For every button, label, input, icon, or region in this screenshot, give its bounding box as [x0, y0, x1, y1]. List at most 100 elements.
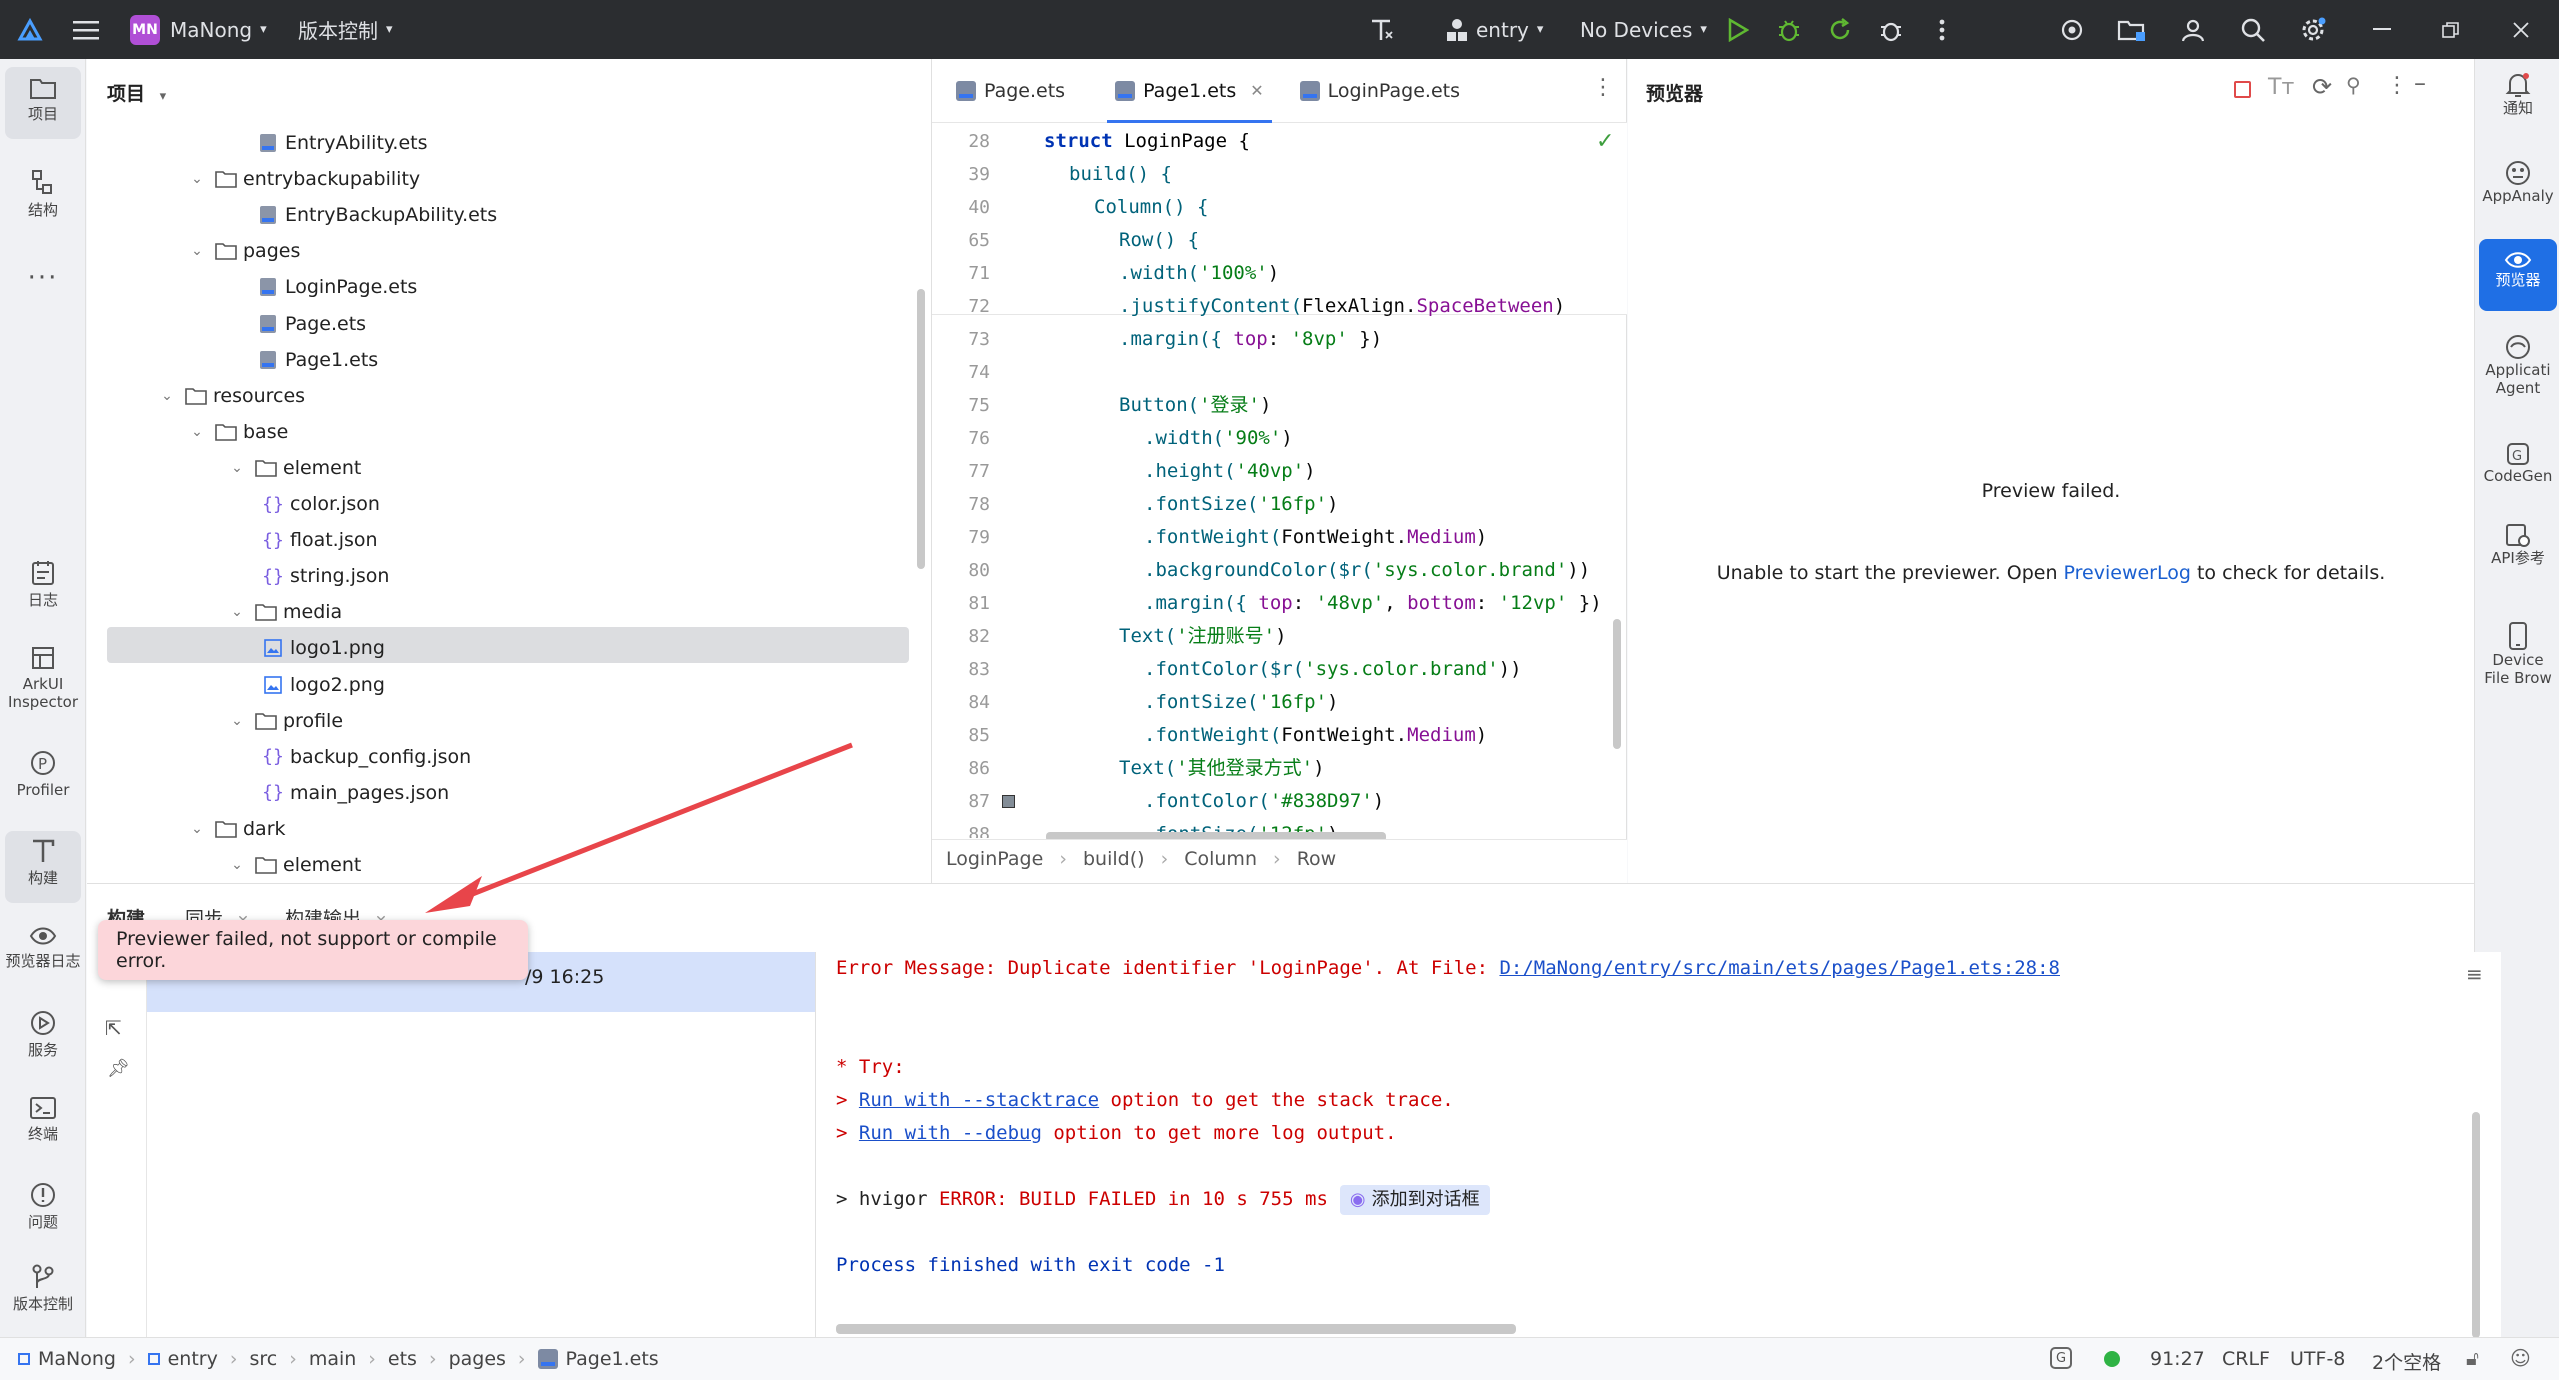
device-manager-icon[interactable]: [2056, 14, 2088, 46]
code-line[interactable]: 87 .fontColor('#838D97'): [932, 785, 1627, 818]
tool-problems[interactable]: 问题: [5, 1181, 81, 1253]
text-size-icon[interactable]: Tт: [2268, 75, 2294, 100]
tool-profiler[interactable]: P Profiler: [5, 749, 81, 821]
breadcrumb-item[interactable]: Page1.ets: [566, 1348, 659, 1370]
breadcrumb-item[interactable]: pages: [449, 1348, 506, 1370]
search-icon[interactable]: [2237, 14, 2269, 46]
code-line[interactable]: 72 .justifyContent(FlexAlign.SpaceBetween…: [932, 290, 1627, 323]
tool-codegenie[interactable]: G CodeGen: [2479, 441, 2557, 509]
tree-item-folder[interactable]: ⌄ media: [227, 594, 342, 630]
tree-item-json[interactable]: {} string.json: [262, 558, 389, 594]
add-to-chat-button[interactable]: ◉ 添加到对话框: [1339, 1184, 1490, 1215]
minimize-icon[interactable]: [2367, 14, 2399, 46]
minimize-panel-icon[interactable]: –: [2414, 69, 2426, 97]
run-stacktrace-link[interactable]: Run with --stacktrace: [859, 1089, 1099, 1111]
chevron-down-icon[interactable]: ⌄: [227, 460, 247, 476]
cursor-position[interactable]: 91:27: [2150, 1348, 2205, 1370]
breadcrumb-item[interactable]: ets: [388, 1348, 417, 1370]
tool-previewer[interactable]: 预览器: [2479, 239, 2557, 311]
tree-item-folder[interactable]: ⌄ element: [227, 847, 361, 883]
project-structure-icon[interactable]: [2116, 14, 2148, 46]
tool-previewer-log[interactable]: 预览器日志: [5, 924, 81, 996]
notification-status-icon[interactable]: ☺: [2510, 1346, 2531, 1370]
code-line[interactable]: 84 .fontSize('16fp'): [932, 686, 1627, 719]
tree-item-folder[interactable]: ⌄ pages: [187, 233, 300, 269]
refresh-icon[interactable]: ⟳: [2312, 73, 2332, 101]
debug-icon[interactable]: [1773, 14, 1805, 46]
run-debug-link[interactable]: Run with --debug: [859, 1122, 1042, 1144]
tabs-more-icon[interactable]: ⋮: [1592, 75, 1614, 100]
tool-device-file-browser[interactable]: Device File Brow: [2479, 621, 2557, 707]
code-line[interactable]: 75 Button('登录'): [932, 389, 1627, 422]
run-config-selector[interactable]: entry ▾: [1444, 0, 1543, 59]
tool-vcs[interactable]: 版本控制: [5, 1263, 81, 1335]
chevron-down-icon[interactable]: ⌄: [187, 243, 207, 259]
color-swatch-icon[interactable]: [1002, 795, 1015, 808]
code-line[interactable]: 78 .fontSize('16fp'): [932, 488, 1627, 521]
breadcrumb-item[interactable]: src: [249, 1348, 277, 1370]
soft-wrap-icon[interactable]: ≡: [2466, 962, 2483, 986]
tree-item-ets[interactable]: LoginPage.ets: [257, 269, 417, 305]
breadcrumb-item[interactable]: entry: [168, 1348, 218, 1370]
project-panel-header[interactable]: 项目 ▾: [107, 79, 166, 106]
previewer-log-link[interactable]: PreviewerLog: [2064, 562, 2191, 584]
tab-page-ets[interactable]: Page.ets: [932, 59, 1083, 123]
code-line[interactable]: 83 .fontColor($r('sys.color.brand')): [932, 653, 1627, 686]
chevron-down-icon[interactable]: ⌄: [227, 713, 247, 729]
device-selector[interactable]: No Devices ▾: [1580, 0, 1707, 59]
tree-item-folder[interactable]: ⌄ dark: [187, 811, 285, 847]
breadcrumb-item[interactable]: MaNong: [38, 1348, 116, 1370]
apply-changes-icon[interactable]: [1824, 14, 1856, 46]
tree-item-json[interactable]: {} float.json: [262, 522, 377, 558]
open-external-icon[interactable]: ⇱: [105, 1016, 122, 1040]
tree-item-folder[interactable]: ⌄ base: [187, 414, 288, 450]
code-line[interactable]: 76 .width('90%'): [932, 422, 1627, 455]
more-vertical-icon[interactable]: ⋮: [2386, 73, 2408, 98]
tree-item-img[interactable]: logo1.png: [262, 630, 385, 666]
unlock-icon[interactable]: 🔓︎: [2466, 1346, 2479, 1370]
tool-log[interactable]: 日志: [5, 559, 81, 631]
pin-icon[interactable]: ⚲: [2346, 73, 2361, 97]
code-line[interactable]: 73 .margin({ top: '8vp' }): [932, 323, 1627, 356]
code-line[interactable]: 77 .height('40vp'): [932, 455, 1627, 488]
tree-item-folder[interactable]: ⌄ resources: [157, 378, 305, 414]
tool-notifications[interactable]: 通知: [2479, 71, 2557, 139]
tree-item-folder[interactable]: ⌄ entrybackupability: [187, 161, 420, 197]
tree-item-ets[interactable]: EntryAbility.ets: [257, 125, 428, 161]
indent-setting[interactable]: 2个空格: [2372, 1348, 2441, 1375]
pin-icon[interactable]: 📌︎: [107, 1058, 130, 1079]
chevron-down-icon[interactable]: ⌄: [187, 821, 207, 837]
code-line[interactable]: 79 .fontWeight(FontWeight.Medium): [932, 521, 1627, 554]
code-line[interactable]: 85 .fontWeight(FontWeight.Medium): [932, 719, 1627, 752]
code-line[interactable]: 65 Row() {: [932, 224, 1627, 257]
tool-project[interactable]: 项目: [5, 67, 81, 139]
tree-item-json[interactable]: {} backup_config.json: [262, 739, 471, 775]
tree-scrollbar[interactable]: [917, 289, 925, 569]
tool-application-agent[interactable]: Applicati Agent: [2479, 333, 2557, 419]
tool-terminal[interactable]: 终端: [5, 1095, 81, 1167]
text-format-icon[interactable]: [1366, 14, 1398, 46]
file-encoding[interactable]: UTF-8: [2290, 1348, 2345, 1370]
tree-item-folder[interactable]: ⌄ profile: [227, 703, 343, 739]
line-separator[interactable]: CRLF: [2222, 1348, 2270, 1370]
tool-build[interactable]: 构建: [5, 831, 81, 903]
code-line[interactable]: 71 .width('100%'): [932, 257, 1627, 290]
tool-arkui-inspector[interactable]: ArkUI Inspector: [5, 645, 81, 735]
tab-loginpage-ets[interactable]: LoginPage.ets: [1282, 59, 1478, 123]
chevron-down-icon[interactable]: ⌄: [227, 604, 247, 620]
code-line[interactable]: 74: [932, 356, 1627, 389]
chevron-down-icon[interactable]: ⌄: [227, 857, 247, 873]
console-vertical-scrollbar[interactable]: [2472, 1112, 2480, 1338]
console-horizontal-scrollbar[interactable]: [836, 1324, 1516, 1334]
stop-icon[interactable]: [2234, 81, 2251, 98]
breadcrumb-item[interactable]: Row: [1297, 848, 1337, 870]
code-line[interactable]: 40 Column() {: [932, 191, 1627, 224]
tree-item-ets[interactable]: Page1.ets: [257, 342, 378, 378]
editor-vertical-scrollbar[interactable]: [1613, 619, 1621, 749]
tree-item-json[interactable]: {} main_pages.json: [262, 775, 449, 811]
code-line[interactable]: 39 build() {: [932, 158, 1627, 191]
code-line[interactable]: 28 struct LoginPage {: [932, 125, 1627, 158]
chevron-down-icon[interactable]: ⌄: [187, 171, 207, 187]
chevron-down-icon[interactable]: ⌄: [157, 388, 177, 404]
breadcrumb-item[interactable]: build(): [1083, 848, 1145, 870]
